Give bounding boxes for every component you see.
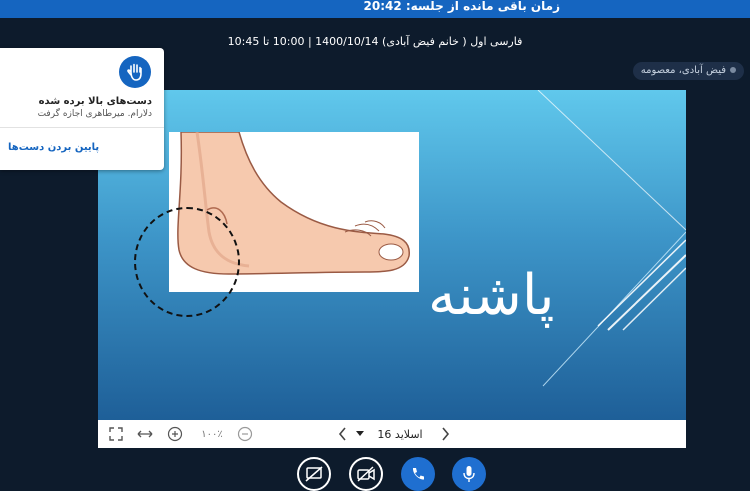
zoom-out-icon (237, 426, 253, 442)
fit-width-button[interactable] (134, 420, 156, 448)
zoom-in-icon (167, 426, 183, 442)
slide-select[interactable]: اسلاید 16 (368, 420, 432, 448)
panel-divider (0, 127, 164, 128)
presenter-name: فیض آبادی، معصومه (640, 65, 726, 76)
annotation-dashed-circle (134, 207, 240, 317)
zoom-in-button[interactable] (164, 420, 186, 448)
zoom-out-button[interactable] (234, 420, 256, 448)
screen-share-button[interactable] (297, 457, 331, 491)
fullscreen-button[interactable] (106, 420, 126, 448)
microphone-button[interactable] (452, 457, 486, 491)
chevron-down-icon (356, 431, 364, 436)
slide-word: پاشنه (428, 263, 555, 328)
fullscreen-icon (109, 427, 123, 441)
slide-dropdown-toggle[interactable] (354, 420, 366, 448)
raised-hand-button[interactable] (119, 56, 151, 88)
raised-hands-subtitle: دلارام. میرطاهری اجازه گرفت (37, 109, 152, 119)
microphone-icon (463, 466, 475, 482)
meeting-title: فارسی اول ( خانم فیض آبادی) 1400/10/14 |… (227, 35, 523, 48)
presenter-status-dot (730, 67, 736, 73)
chevron-right-icon (442, 427, 450, 441)
presentation-toolbar: ۱۰۰٪ اسلاید 16 (98, 420, 686, 448)
hand-icon (127, 63, 142, 81)
top-bar: زمان باقی مانده از جلسه: 20:42 (0, 0, 750, 18)
previous-slide-button[interactable] (436, 420, 454, 448)
audio-call-button[interactable] (401, 457, 435, 491)
presenter-tag[interactable]: فیض آبادی، معصومه (632, 62, 744, 80)
fit-width-icon (137, 430, 153, 438)
zoom-level: ۱۰۰٪ (201, 428, 223, 440)
next-slide-button[interactable] (334, 420, 352, 448)
raised-hands-title: دست‌های بالا برده شده (38, 96, 152, 107)
raised-hands-panel: دست‌های بالا برده شده دلارام. میرطاهری ا… (0, 48, 164, 170)
chevron-left-icon (338, 427, 346, 441)
camera-button[interactable] (349, 457, 383, 491)
lower-hands-button[interactable]: پایین بردن دست‌ها (8, 142, 99, 153)
session-time-remaining: زمان باقی مانده از جلسه: 20:42 (363, 0, 561, 13)
